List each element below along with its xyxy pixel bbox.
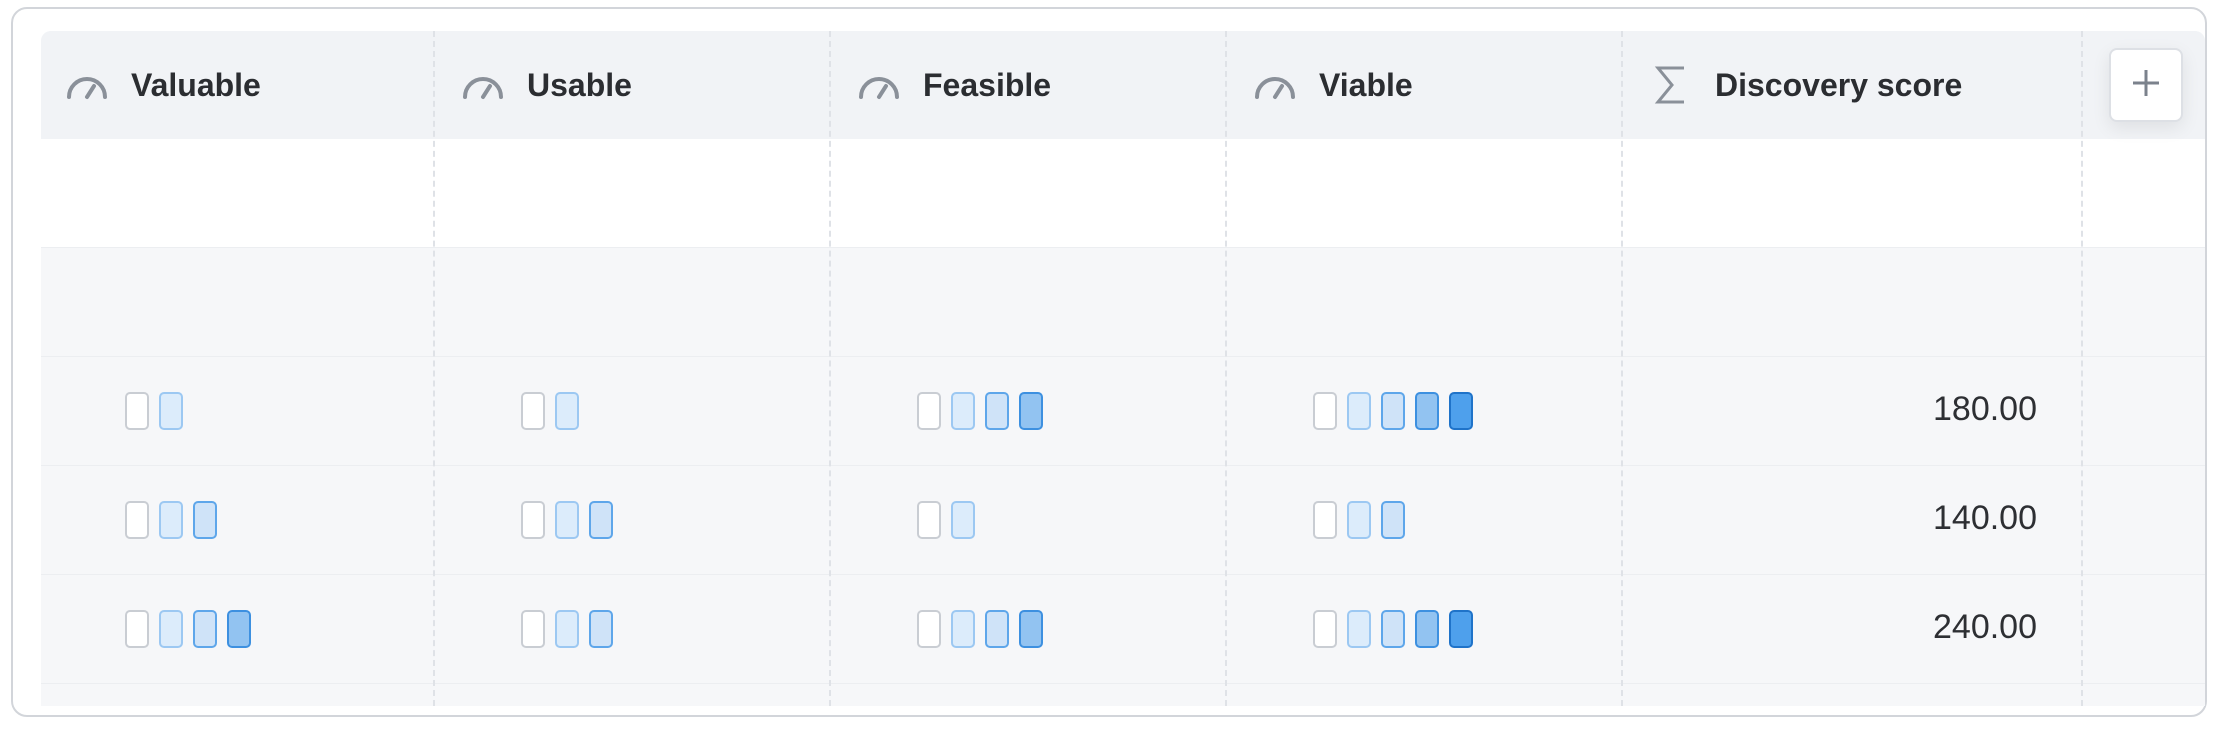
table-header: Valuable Usable Feasible Viable Discover… <box>41 31 2205 140</box>
rating-usable[interactable] <box>521 610 613 648</box>
rating-feasible[interactable] <box>917 610 1043 648</box>
table-frame: Valuable Usable Feasible Viable Discover… <box>11 7 2207 717</box>
add-column-button[interactable] <box>2109 48 2183 122</box>
rating-segment <box>589 610 613 648</box>
column-divider <box>829 31 831 706</box>
discovery-score-value: 180.00 <box>1933 390 2037 428</box>
gauge-icon <box>63 68 111 102</box>
column-header-label: Valuable <box>131 66 261 103</box>
rating-segment <box>1449 392 1473 430</box>
gauge-icon <box>459 68 507 102</box>
rating-valuable[interactable] <box>125 610 251 648</box>
rating-segment <box>1381 610 1405 648</box>
column-header-usable[interactable]: Usable <box>459 31 632 139</box>
column-divider <box>2081 31 2083 706</box>
column-divider <box>433 31 435 706</box>
rating-segment <box>521 501 545 539</box>
rating-segment <box>555 610 579 648</box>
rating-segment <box>1313 610 1337 648</box>
rating-segment <box>1019 392 1043 430</box>
rating-segment <box>1381 501 1405 539</box>
discovery-score-value: 140.00 <box>1933 499 2037 537</box>
rating-segment <box>951 610 975 648</box>
rating-segment <box>917 501 941 539</box>
rating-segment <box>159 610 183 648</box>
sigma-icon <box>1647 66 1695 104</box>
rating-segment <box>589 501 613 539</box>
rating-viable[interactable] <box>1313 392 1473 430</box>
rating-segment <box>917 392 941 430</box>
rating-segment <box>1347 501 1371 539</box>
gauge-icon <box>1251 68 1299 102</box>
rating-segment <box>1415 392 1439 430</box>
gauge-icon <box>855 68 903 102</box>
column-header-label: Usable <box>527 66 632 103</box>
rating-feasible[interactable] <box>917 392 1043 430</box>
rating-segment <box>193 501 217 539</box>
rating-segment <box>125 392 149 430</box>
discovery-score-value: 240.00 <box>1933 608 2037 646</box>
table-row[interactable] <box>41 139 2205 248</box>
rating-segment <box>1381 392 1405 430</box>
rating-segment <box>985 392 1009 430</box>
rating-viable[interactable] <box>1313 610 1473 648</box>
column-header-viable[interactable]: Viable <box>1251 31 1413 139</box>
rating-valuable[interactable] <box>125 501 217 539</box>
column-header-discovery-score[interactable]: Discovery score <box>1647 31 1962 139</box>
table-row[interactable] <box>41 248 2205 357</box>
rating-usable[interactable] <box>521 392 579 430</box>
column-divider <box>1225 31 1227 706</box>
rating-segment <box>227 610 251 648</box>
rating-segment <box>125 501 149 539</box>
rating-segment <box>917 610 941 648</box>
column-header-label: Discovery score <box>1715 66 1963 103</box>
rating-segment <box>1313 501 1337 539</box>
column-divider <box>1621 31 1623 706</box>
table-row[interactable]: 240.00 <box>41 575 2205 684</box>
rating-segment <box>521 610 545 648</box>
rating-segment <box>951 392 975 430</box>
rating-usable[interactable] <box>521 501 613 539</box>
rating-segment <box>193 610 217 648</box>
plus-icon <box>2129 66 2163 105</box>
rating-segment <box>159 392 183 430</box>
table-row[interactable]: 180.00 <box>41 357 2205 466</box>
rating-feasible[interactable] <box>917 501 975 539</box>
rating-segment <box>1313 392 1337 430</box>
rating-segment <box>555 392 579 430</box>
rating-segment <box>985 610 1009 648</box>
column-header-valuable[interactable]: Valuable <box>63 31 261 139</box>
rating-segment <box>1449 610 1473 648</box>
rating-segment <box>951 501 975 539</box>
column-header-feasible[interactable]: Feasible <box>855 31 1051 139</box>
discovery-table: Valuable Usable Feasible Viable Discover… <box>41 31 2205 706</box>
column-header-label: Feasible <box>923 66 1052 103</box>
column-header-label: Viable <box>1319 66 1413 103</box>
rating-segment <box>125 610 149 648</box>
table-row[interactable]: 140.00 <box>41 466 2205 575</box>
rating-valuable[interactable] <box>125 392 183 430</box>
rating-segment <box>1415 610 1439 648</box>
rating-viable[interactable] <box>1313 501 1405 539</box>
rating-segment <box>159 501 183 539</box>
rating-segment <box>521 392 545 430</box>
rating-segment <box>1019 610 1043 648</box>
rating-segment <box>1347 392 1371 430</box>
rating-segment <box>1347 610 1371 648</box>
rating-segment <box>555 501 579 539</box>
